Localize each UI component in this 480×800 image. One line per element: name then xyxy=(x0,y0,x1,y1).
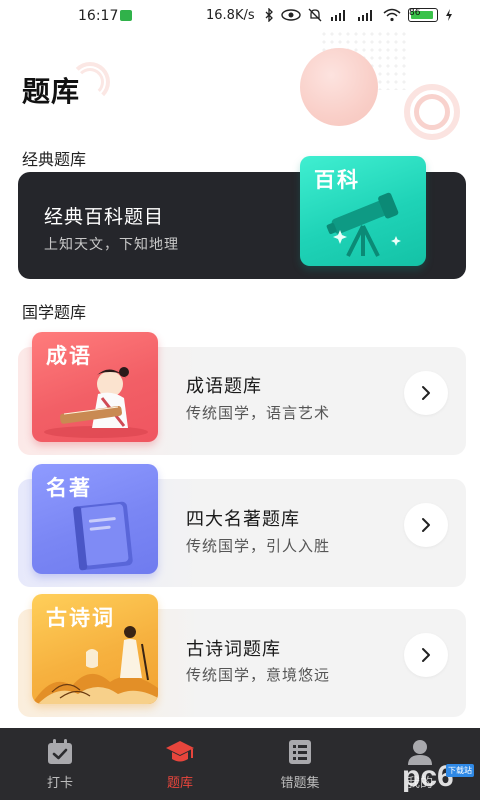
chevron-right-icon xyxy=(422,386,430,400)
network-speed: 16.8K/s xyxy=(206,8,255,23)
bluetooth-icon xyxy=(265,8,273,22)
category-title: 古诗词题库 xyxy=(186,639,281,660)
nav-label: 打卡 xyxy=(46,776,73,791)
open-idiom-button[interactable] xyxy=(404,371,448,415)
open-poetry-button[interactable] xyxy=(404,633,448,677)
classics-tile[interactable]: 名著 xyxy=(32,464,158,574)
status-icons: 86 xyxy=(264,8,453,22)
poet-landscape-icon xyxy=(32,626,158,704)
nav-label: 题库 xyxy=(166,776,193,791)
card-title: 经典百科题目 xyxy=(44,206,165,228)
nav-item-mistakes[interactable]: 错题集 xyxy=(240,728,360,800)
poetry-tile[interactable]: 古诗词 xyxy=(32,594,158,704)
list-icon xyxy=(289,740,311,764)
signal-hd-icon xyxy=(358,10,372,21)
watermark-tag: 下载站 xyxy=(446,764,474,777)
background-circle-decoration xyxy=(300,48,378,126)
background-ring-decoration xyxy=(414,94,450,130)
status-bar: 16:17 16.8K/s 86 xyxy=(0,0,480,32)
chevron-right-icon xyxy=(422,518,430,532)
open-classics-button[interactable] xyxy=(404,503,448,547)
app-notification-icon xyxy=(120,10,132,21)
section-heading-classic: 经典题库 xyxy=(22,150,87,169)
signal-hd-icon xyxy=(331,10,345,21)
category-subtitle: 传统国学，引人入胜 xyxy=(186,537,331,555)
card-subtitle: 上知天文，下知地理 xyxy=(44,237,179,253)
category-title: 四大名著题库 xyxy=(186,509,300,530)
category-subtitle: 传统国学，语言艺术 xyxy=(186,404,331,422)
book-icon xyxy=(73,501,133,571)
battery-level: 86 xyxy=(409,8,421,18)
category-subtitle: 传统国学，意境悠远 xyxy=(186,666,331,684)
telescope-icon xyxy=(326,192,401,257)
graduation-cap-icon xyxy=(166,741,194,762)
page-title: 题库 xyxy=(22,75,81,108)
eye-comfort-icon xyxy=(281,9,301,21)
nav-item-question-bank[interactable]: 题库 xyxy=(120,728,240,800)
chevron-right-icon xyxy=(422,648,430,662)
nav-label: 错题集 xyxy=(280,776,320,791)
battery-indicator: 86 xyxy=(408,8,438,22)
status-time: 16:17 xyxy=(78,8,119,24)
background-arc-decoration xyxy=(76,68,104,96)
section-heading-guoxue: 国学题库 xyxy=(22,303,87,322)
calendar-check-icon xyxy=(48,739,72,764)
charging-icon xyxy=(446,9,452,21)
encyclopedia-tile[interactable]: 百科 xyxy=(300,156,426,266)
wifi-icon xyxy=(383,8,401,22)
category-title: 成语题库 xyxy=(186,376,262,397)
scholar-with-guqin-icon xyxy=(44,367,148,438)
idiom-tile[interactable]: 成语 xyxy=(32,332,158,442)
nav-item-checkin[interactable]: 打卡 xyxy=(0,728,120,800)
mute-bell-icon xyxy=(308,8,322,22)
